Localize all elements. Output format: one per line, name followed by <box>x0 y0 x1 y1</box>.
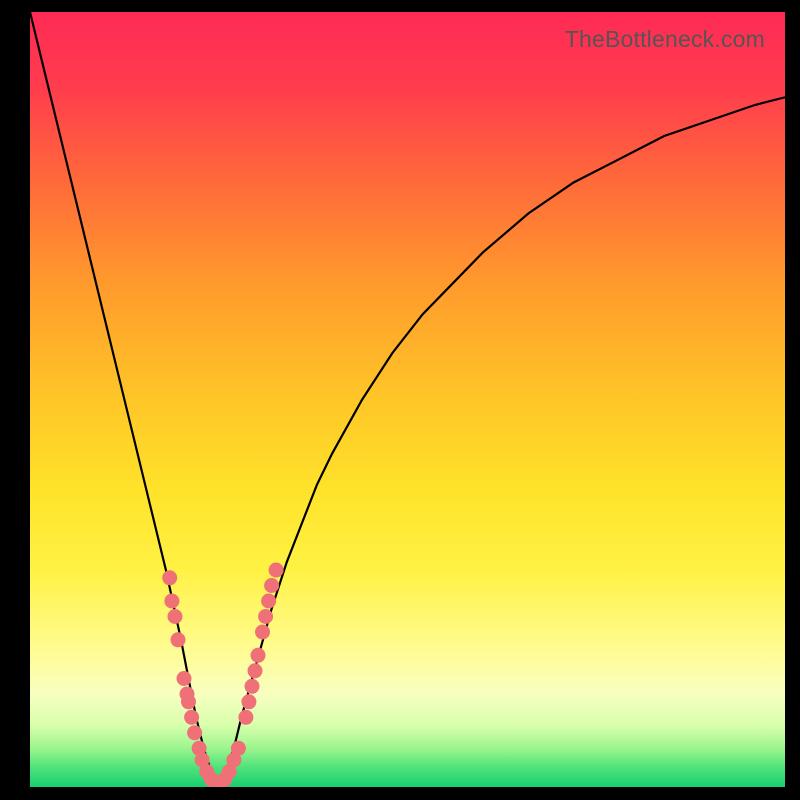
marker-dot <box>255 625 270 640</box>
marker-dot <box>177 671 192 686</box>
watermark-text: TheBottleneck.com <box>565 26 765 53</box>
marker-dot <box>245 679 260 694</box>
chart-frame: TheBottleneck.com <box>0 0 800 800</box>
marker-dot <box>258 609 273 624</box>
marker-dot <box>184 710 199 725</box>
marker-dot <box>171 632 186 647</box>
marker-dot <box>251 648 266 663</box>
marker-dot <box>231 741 246 756</box>
marker-dot <box>261 594 276 609</box>
marker-dot <box>241 694 256 709</box>
marker-dot <box>187 725 202 740</box>
marker-dot <box>162 570 177 585</box>
marker-dot <box>164 594 179 609</box>
marker-dot <box>168 609 183 624</box>
bottleneck-curve <box>30 12 785 787</box>
marker-dot <box>264 578 279 593</box>
plot-area: TheBottleneck.com <box>30 12 785 787</box>
marker-dot <box>181 694 196 709</box>
marker-dot <box>269 563 284 578</box>
marker-dot <box>238 710 253 725</box>
marker-group <box>162 563 283 788</box>
marker-dot <box>248 663 263 678</box>
curve-svg <box>30 12 785 787</box>
